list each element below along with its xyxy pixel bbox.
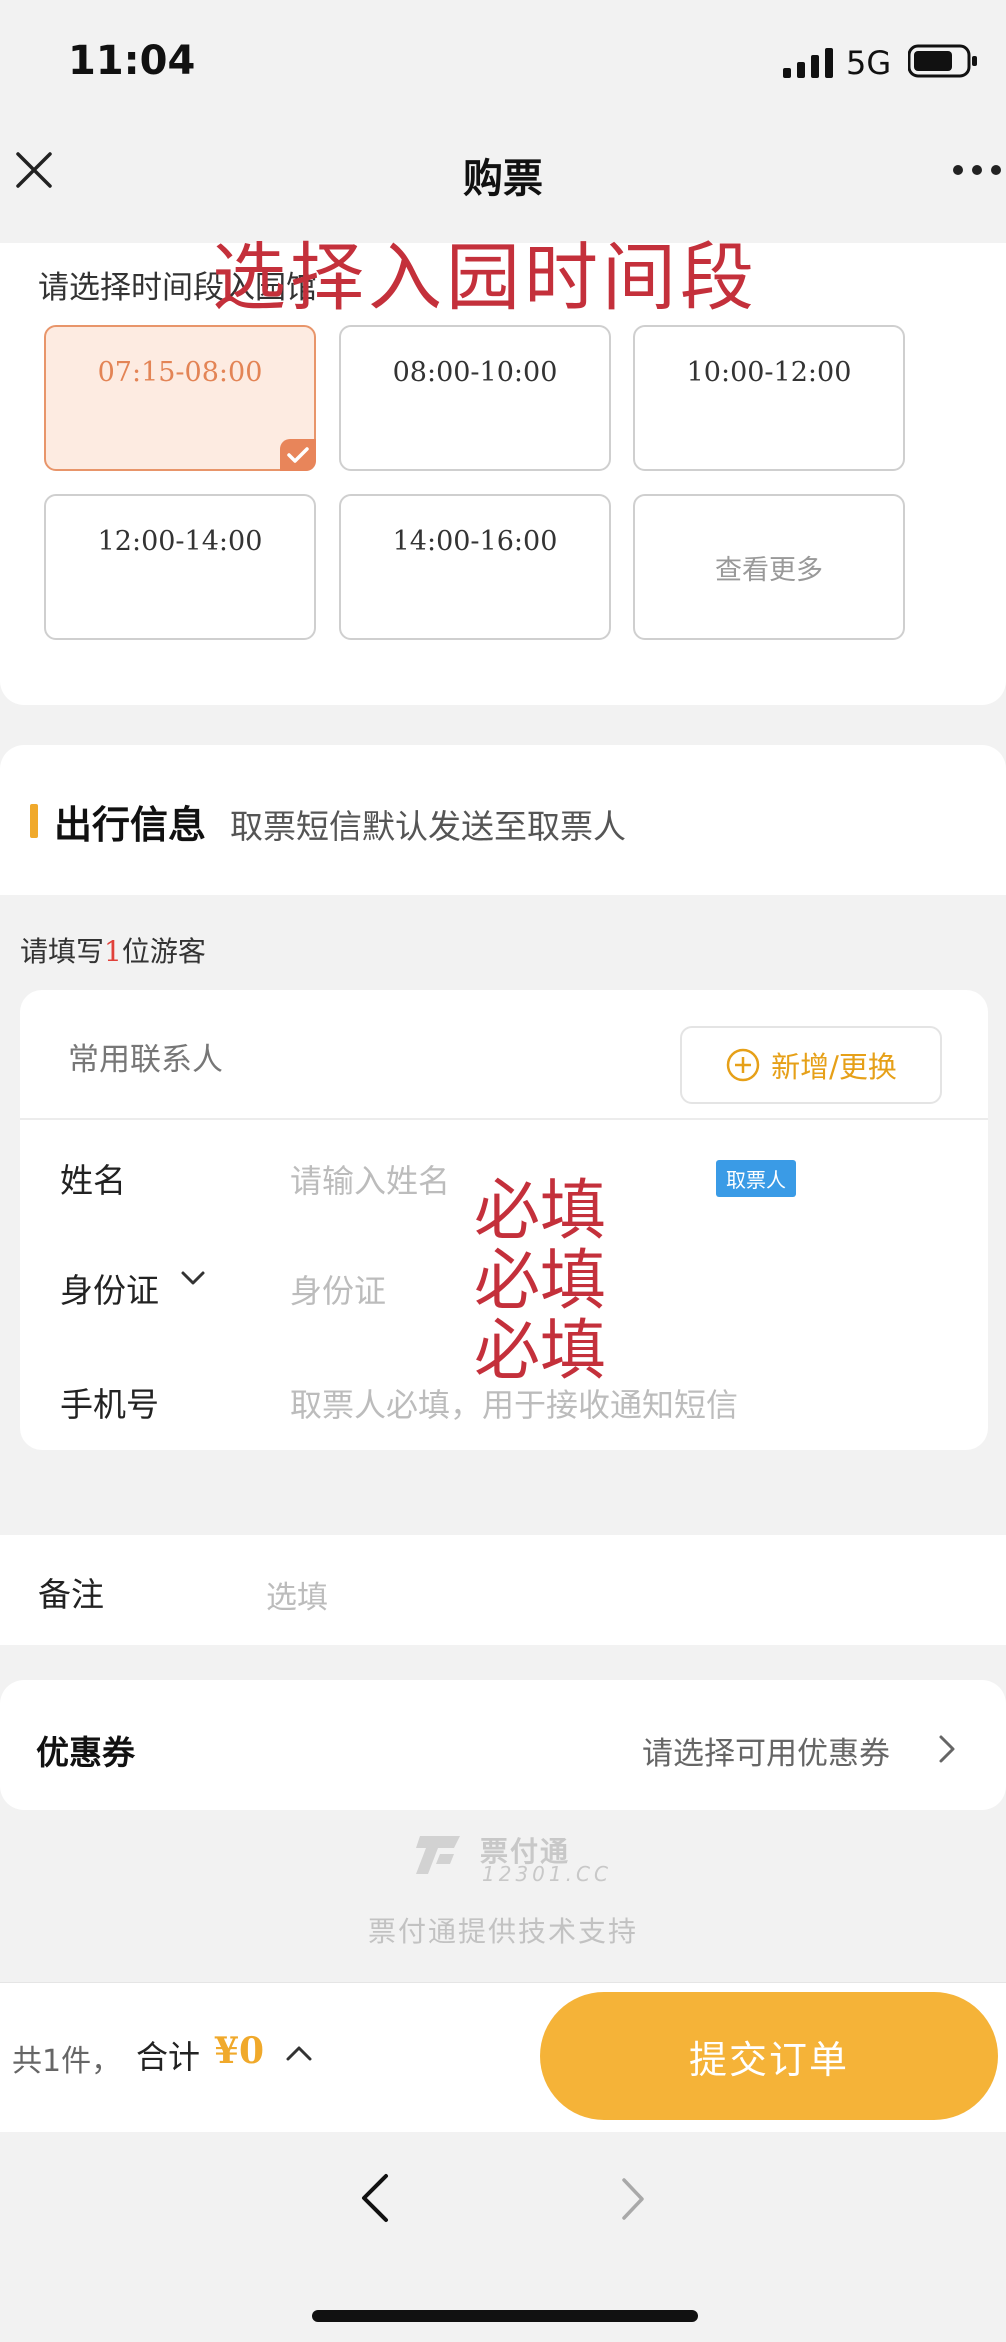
ticket-holder-badge: 取票人 bbox=[716, 1160, 796, 1197]
visitor-count-hint: 请填写1位游客 bbox=[20, 930, 206, 970]
time-slot-option[interactable]: 12:00-14:00 bbox=[44, 494, 316, 640]
visitor-count: 1 bbox=[104, 935, 122, 968]
required-note: 必填 bbox=[474, 1242, 606, 1319]
time-slot-label: 14:00-16:00 bbox=[392, 526, 558, 557]
name-label: 姓名 bbox=[60, 1161, 126, 1200]
home-indicator bbox=[312, 2310, 698, 2322]
travel-info-subtitle: 取票短信默认发送至取票人 bbox=[230, 807, 626, 846]
signal-icon bbox=[783, 48, 833, 78]
back-arrow-icon[interactable] bbox=[360, 2172, 390, 2224]
time-slot-label: 10:00-12:00 bbox=[686, 357, 852, 388]
time-slot-label: 07:15-08:00 bbox=[97, 357, 263, 388]
frequent-contacts-label: 常用联系人 bbox=[68, 1042, 223, 1078]
total-price: ¥0 bbox=[214, 2030, 265, 2072]
plus-circle-icon bbox=[726, 1048, 760, 1082]
select-coupon-link[interactable]: 请选择可用优惠券 bbox=[642, 1728, 890, 1773]
travel-info-title: 出行信息 bbox=[54, 803, 207, 847]
annotation-overlay-title: 选择入园时间段 bbox=[212, 235, 758, 321]
submit-order-button[interactable]: 提交订单 bbox=[540, 1992, 998, 2120]
remarks-input[interactable]: 选填 bbox=[266, 1572, 328, 1617]
add-change-label: 新增/更换 bbox=[771, 1050, 897, 1084]
time-slot-option[interactable]: 08:00-10:00 bbox=[339, 325, 611, 471]
status-time: 11:04 bbox=[68, 38, 196, 84]
required-note: 必填 bbox=[474, 1312, 606, 1389]
brand-logo-icon bbox=[416, 1836, 460, 1874]
phone-label: 手机号 bbox=[60, 1385, 159, 1424]
time-slot-label: 12:00-14:00 bbox=[97, 526, 263, 557]
remarks-label: 备注 bbox=[38, 1575, 104, 1614]
time-slot-label: 08:00-10:00 bbox=[392, 357, 558, 388]
tech-support-text: 票付通提供技术支持 bbox=[367, 1915, 638, 1948]
chevron-right-icon[interactable] bbox=[938, 1734, 956, 1764]
divider bbox=[20, 1118, 988, 1120]
time-slot-option[interactable]: 10:00-12:00 bbox=[633, 325, 905, 471]
battery-icon bbox=[908, 44, 977, 78]
visitor-hint-prefix: 请填写 bbox=[20, 935, 105, 968]
total-label: 合计 bbox=[136, 2038, 201, 2076]
view-more-label: 查看更多 bbox=[715, 554, 823, 586]
network-type: 5G bbox=[846, 44, 892, 82]
forward-arrow-icon[interactable] bbox=[620, 2176, 646, 2222]
id-number-input[interactable]: 身份证 bbox=[290, 1266, 386, 1312]
more-options-icon[interactable] bbox=[952, 158, 1002, 182]
visitor-hint-suffix: 位游客 bbox=[121, 935, 206, 968]
view-more-slots-button[interactable]: 查看更多 bbox=[633, 494, 905, 640]
time-slot-option[interactable]: 07:15-08:00 bbox=[44, 325, 316, 471]
coupon-label: 优惠券 bbox=[36, 1733, 135, 1772]
brand-logo-site: 12301.CC bbox=[482, 1862, 612, 1886]
time-slot-option[interactable]: 14:00-16:00 bbox=[339, 494, 611, 640]
required-note: 必填 bbox=[474, 1172, 606, 1249]
name-input[interactable]: 请输入姓名 bbox=[290, 1156, 450, 1202]
section-accent-bar bbox=[30, 804, 38, 838]
id-type-selector[interactable]: 身份证 bbox=[60, 1264, 159, 1312]
chevron-down-icon[interactable] bbox=[180, 1268, 206, 1288]
checkmark-icon bbox=[280, 439, 316, 471]
remarks-row bbox=[0, 1535, 1006, 1645]
chevron-up-icon[interactable] bbox=[284, 2044, 314, 2062]
item-count: 共1件， bbox=[12, 2044, 122, 2079]
page-title: 购票 bbox=[463, 156, 543, 202]
required-annotations: 必填 必填 必填 bbox=[474, 1176, 644, 1386]
add-change-contact-button[interactable]: 新增/更换 bbox=[680, 1026, 942, 1104]
